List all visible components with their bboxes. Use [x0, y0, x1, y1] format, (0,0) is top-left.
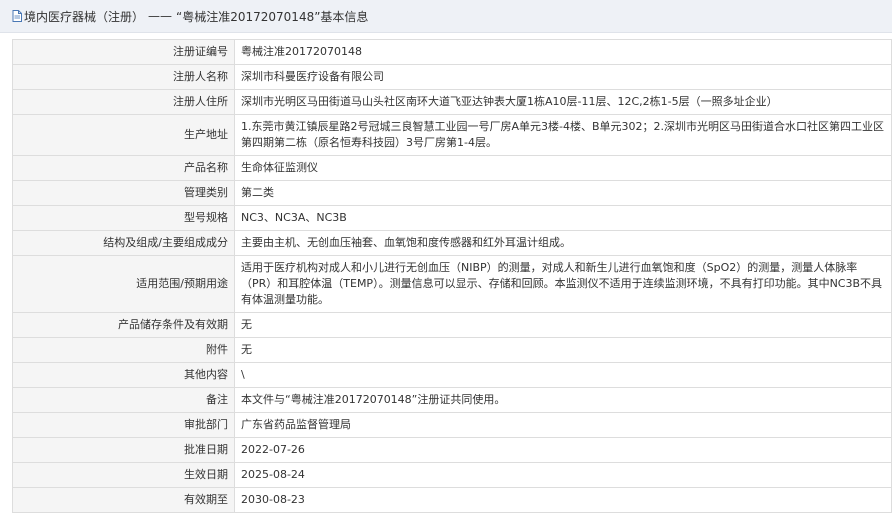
- row-value: 2025-08-24: [234, 462, 892, 488]
- row-label: 注册证编号: [12, 39, 235, 65]
- row-value: \: [234, 362, 892, 388]
- row-value: 无: [234, 312, 892, 338]
- info-table-container: 注册证编号 粤械注准20172070148 注册人名称 深圳市科曼医疗设备有限公…: [0, 33, 892, 513]
- row-label: 管理类别: [12, 180, 235, 206]
- row-value: 生命体征监测仪: [234, 155, 892, 181]
- row-label: 注册人名称: [12, 64, 235, 90]
- table-row: 附件 无: [12, 337, 892, 363]
- row-value: 无: [234, 337, 892, 363]
- table-row: 注册人住所 深圳市光明区马田街道马山头社区南环大道飞亚达钟表大厦1栋A10层-1…: [12, 89, 892, 115]
- row-label: 其他内容: [12, 362, 235, 388]
- table-row: 结构及组成/主要组成成分 主要由主机、无创血压袖套、血氧饱和度传感器和红外耳温计…: [12, 230, 892, 256]
- row-label: 注册人住所: [12, 89, 235, 115]
- table-row: 注册证编号 粤械注准20172070148: [12, 39, 892, 65]
- row-label: 审批部门: [12, 412, 235, 438]
- table-row: 型号规格 NC3、NC3A、NC3B: [12, 205, 892, 231]
- table-row: 管理类别 第二类: [12, 180, 892, 206]
- row-label: 备注: [12, 387, 235, 413]
- row-label: 型号规格: [12, 205, 235, 231]
- row-label: 批准日期: [12, 437, 235, 463]
- row-value: 广东省药品监督管理局: [234, 412, 892, 438]
- row-label: 有效期至: [12, 487, 235, 513]
- row-label: 产品名称: [12, 155, 235, 181]
- row-label: 生产地址: [12, 114, 235, 156]
- table-row: 其他内容 \: [12, 362, 892, 388]
- row-label: 生效日期: [12, 462, 235, 488]
- header-title: 境内医疗器械（注册）: [24, 9, 145, 24]
- row-label: 适用范围/预期用途: [12, 255, 235, 313]
- table-row: 备注 本文件与“粤械注准20172070148”注册证共同使用。: [12, 387, 892, 413]
- page-header: 境内医疗器械（注册） —— “粤械注准20172070148”基本信息: [0, 0, 892, 33]
- table-row: 产品名称 生命体征监测仪: [12, 155, 892, 181]
- table-row: 审批部门 广东省药品监督管理局: [12, 412, 892, 438]
- row-value: NC3、NC3A、NC3B: [234, 205, 892, 231]
- table-row: 生产地址 1.东莞市黄江镇辰星路2号冠城三良智慧工业园一号厂房A单元3楼-4楼、…: [12, 114, 892, 156]
- document-icon: [12, 10, 22, 22]
- row-value: 第二类: [234, 180, 892, 206]
- row-value: 本文件与“粤械注准20172070148”注册证共同使用。: [234, 387, 892, 413]
- row-value: 深圳市科曼医疗设备有限公司: [234, 64, 892, 90]
- row-value: 适用于医疗机构对成人和小儿进行无创血压（NIBP）的测量，对成人和新生儿进行血氧…: [234, 255, 892, 313]
- table-row: 适用范围/预期用途 适用于医疗机构对成人和小儿进行无创血压（NIBP）的测量，对…: [12, 255, 892, 313]
- table-row: 注册人名称 深圳市科曼医疗设备有限公司: [12, 64, 892, 90]
- table-row: 生效日期 2025-08-24: [12, 462, 892, 488]
- row-value: 2030-08-23: [234, 487, 892, 513]
- table-row: 批准日期 2022-07-26: [12, 437, 892, 463]
- row-value: 1.东莞市黄江镇辰星路2号冠城三良智慧工业园一号厂房A单元3楼-4楼、B单元30…: [234, 114, 892, 156]
- info-table: 注册证编号 粤械注准20172070148 注册人名称 深圳市科曼医疗设备有限公…: [12, 39, 892, 513]
- row-label: 附件: [12, 337, 235, 363]
- row-value: 深圳市光明区马田街道马山头社区南环大道飞亚达钟表大厦1栋A10层-11层、12C…: [234, 89, 892, 115]
- row-value: 主要由主机、无创血压袖套、血氧饱和度传感器和红外耳温计组成。: [234, 230, 892, 256]
- row-label: 产品储存条件及有效期: [12, 312, 235, 338]
- row-label: 结构及组成/主要组成成分: [12, 230, 235, 256]
- row-value: 2022-07-26: [234, 437, 892, 463]
- header-separator: ——: [148, 9, 173, 23]
- table-row: 有效期至 2030-08-23: [12, 487, 892, 513]
- header-subtitle: “粤械注准20172070148”基本信息: [176, 9, 369, 24]
- row-value: 粤械注准20172070148: [234, 39, 892, 65]
- table-row: 产品储存条件及有效期 无: [12, 312, 892, 338]
